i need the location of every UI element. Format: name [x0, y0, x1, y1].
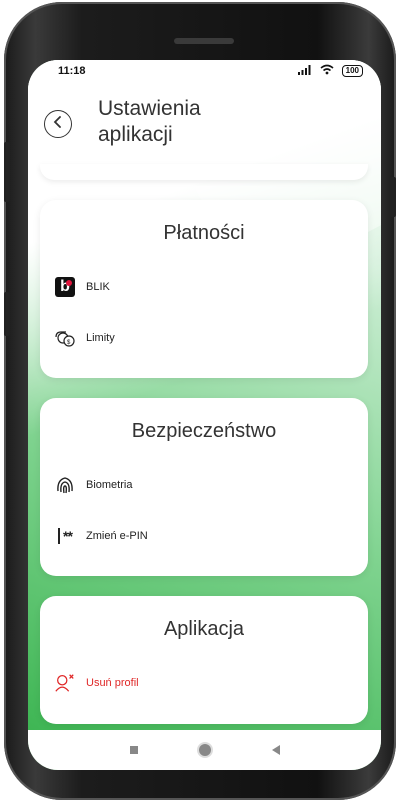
page-title: Ustawienia aplikacji	[98, 97, 201, 146]
menu-item-label: Usuń profil	[86, 677, 139, 689]
security-title: Bezpieczeństwo	[131, 420, 277, 442]
menu-item-label: BLIK	[86, 281, 110, 293]
battery-icon: 100	[341, 65, 363, 77]
payments-title: Płatności	[163, 222, 245, 244]
pin-icon: **	[54, 525, 76, 547]
menu-item-label: Limity	[86, 332, 115, 344]
signal-icon	[297, 64, 312, 78]
back-nav-button[interactable]	[264, 738, 288, 762]
blik-icon: b	[54, 276, 76, 298]
menu-item-remove-profile[interactable]: Usuń profil	[54, 669, 139, 697]
payments-card: Płatności b BLIK $ Limity	[40, 200, 368, 378]
volume-button	[4, 142, 10, 202]
remove-user-icon	[54, 672, 76, 694]
home-button[interactable]	[193, 738, 217, 762]
app-title: Aplikacja	[163, 618, 245, 640]
square-icon	[129, 746, 138, 754]
triangle-back-icon	[271, 745, 280, 755]
back-button[interactable]	[44, 110, 72, 138]
menu-item-change-pin[interactable]: ** Zmień e-PIN	[54, 522, 148, 550]
scrolled-card-edge	[40, 164, 368, 180]
menu-item-limits[interactable]: $ Limity	[54, 324, 115, 352]
menu-item-biometrics[interactable]: Biometria	[54, 471, 132, 499]
fingerprint-icon	[54, 474, 76, 496]
app-card: Aplikacja Usuń profil	[40, 596, 368, 724]
menu-item-label: Biometria	[86, 479, 133, 491]
recent-apps-button[interactable]	[122, 738, 146, 762]
status-icons: 100	[297, 64, 363, 78]
menu-item-label: Zmień e-PIN	[86, 530, 148, 542]
wifi-icon	[320, 64, 334, 78]
coins-icon: $	[54, 327, 76, 349]
power-button	[390, 177, 396, 217]
phone-frame: 11:18 100 Ustawienia aplikacji Płatności…	[4, 2, 396, 800]
header: Ustawienia aplikacji	[28, 90, 381, 160]
status-bar: 11:18 100	[28, 60, 381, 82]
menu-item-blik[interactable]: b BLIK	[54, 273, 110, 301]
side-button	[4, 292, 10, 336]
status-time: 11:18	[58, 65, 86, 77]
speaker-grille	[174, 38, 234, 44]
security-card: Bezpieczeństwo Biometria ** Zmień e-PIN	[40, 398, 368, 576]
system-nav-bar	[28, 730, 381, 770]
screen: 11:18 100 Ustawienia aplikacji Płatności…	[28, 60, 381, 770]
chevron-left-icon	[52, 115, 64, 134]
circle-icon	[198, 744, 211, 756]
